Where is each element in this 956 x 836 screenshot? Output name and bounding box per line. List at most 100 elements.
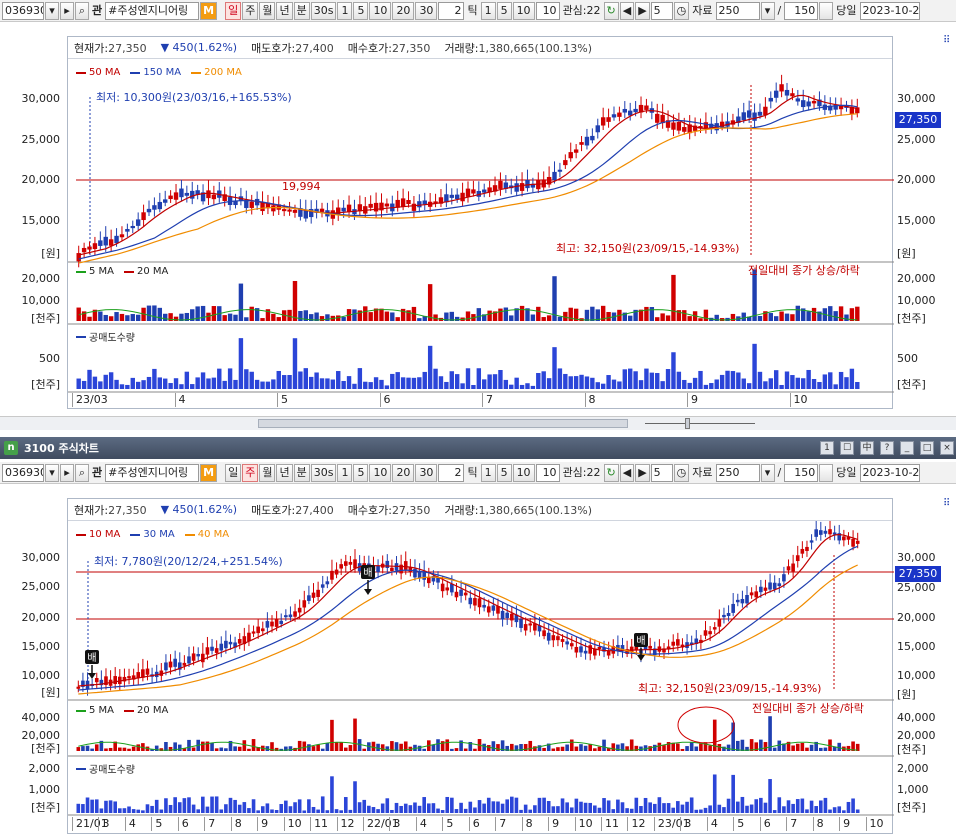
settings-grip-icon[interactable]: ⠿	[943, 35, 950, 46]
code-dropdown-button[interactable]: ▾	[45, 463, 59, 482]
data-count-dropdown-icon[interactable]: ▾	[760, 1, 775, 20]
tick-10-button[interactable]: 10	[512, 463, 535, 482]
settings-grip-icon[interactable]: ⠿	[943, 498, 950, 509]
short-bar	[302, 810, 307, 813]
volume-axis-label: 20,000	[21, 272, 61, 285]
period-week-button[interactable]: 주	[242, 1, 259, 20]
weekly-chart[interactable]: 현재가:27,350 ▼ 450(1.62%) 매도호가:27,400 매수호가…	[67, 498, 894, 834]
clock-icon[interactable]: ◷	[673, 1, 690, 20]
period-month-button[interactable]: 월	[259, 1, 276, 20]
tick-5-button[interactable]: 5	[496, 463, 512, 482]
candle	[426, 577, 431, 584]
play-icon[interactable]: ▸	[60, 1, 74, 20]
volume-bar	[790, 314, 795, 321]
m-icon[interactable]: M	[200, 1, 218, 20]
step-input[interactable]: 5	[650, 463, 673, 482]
next-icon[interactable]: ▶	[635, 1, 650, 20]
min-20-button[interactable]: 20	[392, 463, 415, 482]
tick-10-button[interactable]: 10	[512, 1, 535, 20]
clock-icon[interactable]: ◷	[673, 463, 690, 482]
refresh-icon[interactable]: ↻	[603, 1, 619, 20]
window-option-button[interactable]: ☐	[840, 441, 854, 455]
scroll-thumb[interactable]	[258, 419, 628, 428]
tick-1-button[interactable]: 1	[480, 1, 496, 20]
min-30-button[interactable]: 30	[415, 1, 438, 20]
period-30s-button[interactable]: 30s	[310, 463, 337, 482]
code-dropdown-button[interactable]: ▾	[45, 1, 59, 20]
min-30-button[interactable]: 30	[415, 463, 438, 482]
short-bar	[476, 368, 482, 389]
tick-input[interactable]: 2	[438, 463, 465, 482]
candle	[145, 668, 150, 675]
tick-extra-input[interactable]: 10	[535, 463, 560, 482]
tick-5-button[interactable]: 5	[496, 1, 512, 20]
period-year-button[interactable]: 년	[276, 463, 293, 482]
period-week-button[interactable]: 주	[242, 463, 259, 482]
short-bar	[390, 809, 394, 813]
candle	[500, 610, 505, 620]
short-bar	[260, 806, 265, 813]
volume-bar	[784, 313, 790, 321]
candle	[81, 247, 87, 253]
period-year-button[interactable]: 년	[276, 1, 293, 20]
short-bar	[712, 774, 717, 813]
candle	[588, 645, 593, 654]
period-day-button[interactable]: 일	[225, 463, 242, 482]
play-icon[interactable]: ▸	[60, 463, 74, 482]
page-count-input[interactable]: 150	[784, 1, 819, 20]
min-10-button[interactable]: 10	[369, 1, 392, 20]
data-label: 자료	[692, 465, 713, 479]
min-1-button[interactable]: 1	[337, 1, 353, 20]
min-10-button[interactable]: 10	[369, 463, 392, 482]
x-axis-label: 7	[486, 393, 493, 406]
prev-icon[interactable]: ◀	[619, 463, 635, 482]
min-5-button[interactable]: 5	[353, 463, 369, 482]
date-field[interactable]: 2023-10-2	[859, 1, 920, 20]
short-bar	[638, 380, 644, 389]
candle	[782, 574, 786, 582]
window-pin-button[interactable]: 中	[860, 441, 874, 455]
tick-1-button[interactable]: 1	[480, 463, 496, 482]
stock-name-field[interactable]: #주성엔지니어링	[105, 463, 200, 482]
zoom-slider-track[interactable]	[645, 423, 755, 424]
today-checkbox[interactable]	[819, 1, 834, 20]
min-5-button[interactable]: 5	[353, 1, 369, 20]
stock-name-field[interactable]: #주성엔지니어링	[105, 1, 200, 20]
help-icon[interactable]: ?	[880, 441, 894, 455]
min-1-button[interactable]: 1	[337, 463, 353, 482]
minimize-icon[interactable]: _	[900, 441, 914, 455]
period-minute-button[interactable]: 분	[293, 1, 310, 20]
prev-icon[interactable]: ◀	[619, 1, 635, 20]
chart-scrollbar[interactable]	[0, 416, 956, 430]
zoom-slider-handle[interactable]	[685, 418, 690, 429]
stock-code-input[interactable]: 036930	[2, 463, 44, 482]
daily-chart[interactable]: 현재가:27,350 ▼ 450(1.62%) 매도호가:27,400 매수호가…	[67, 36, 894, 409]
period-month-button[interactable]: 월	[259, 463, 276, 482]
data-count-select[interactable]: 250	[715, 1, 760, 20]
period-minute-button[interactable]: 분	[293, 463, 310, 482]
min-20-button[interactable]: 20	[392, 1, 415, 20]
period-30s-button[interactable]: 30s	[310, 1, 337, 20]
data-count-dropdown-icon[interactable]: ▾	[760, 463, 775, 482]
volume-bar	[749, 739, 754, 751]
bid-info: 매수호가:27,350	[347, 41, 431, 55]
today-checkbox[interactable]	[819, 463, 834, 482]
step-input[interactable]: 5	[650, 1, 673, 20]
tick-input[interactable]: 2	[438, 1, 465, 20]
tick-extra-input[interactable]: 10	[535, 1, 560, 20]
date-field[interactable]: 2023-10-2	[859, 463, 920, 482]
m-icon[interactable]: M	[200, 463, 218, 482]
search-icon[interactable]: ⌕	[75, 1, 89, 20]
candle	[746, 110, 752, 118]
period-day-button[interactable]: 일	[225, 1, 242, 20]
maximize-icon[interactable]: □	[920, 441, 934, 455]
stock-code-input[interactable]: 036930	[2, 1, 44, 20]
close-icon[interactable]: ×	[940, 441, 954, 455]
next-icon[interactable]: ▶	[635, 463, 650, 482]
data-count-select[interactable]: 250	[715, 463, 760, 482]
search-icon[interactable]: ⌕	[75, 463, 89, 482]
refresh-icon[interactable]: ↻	[603, 463, 619, 482]
window-link-button[interactable]: 1	[820, 441, 834, 455]
page-count-input[interactable]: 150	[784, 463, 819, 482]
candle	[800, 548, 805, 554]
